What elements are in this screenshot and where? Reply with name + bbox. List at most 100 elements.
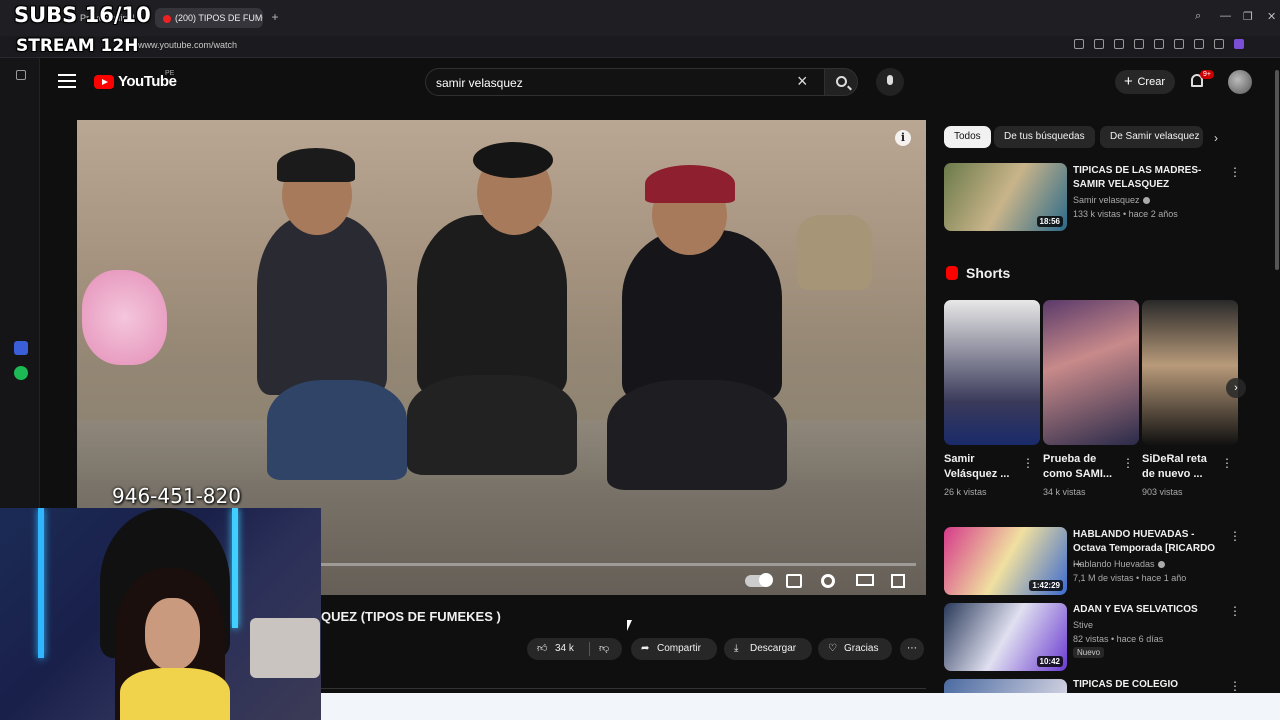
close-window-icon[interactable]: ✕ [1267,10,1276,23]
rec-title[interactable]: ADAN Y EVA SELVATICOS [1073,603,1223,617]
channel-name[interactable]: Hablando Huevadas [1073,559,1155,569]
stream-decoration-border [321,693,1280,720]
webcam-background-box [250,618,320,678]
rec-title[interactable]: TIPICAS DE LAS MADRES- SAMIR VELASQUEZ [1073,164,1223,192]
share-button[interactable]: ➦ Compartir [631,638,717,660]
chevron-right-icon[interactable]: › [1214,131,1218,145]
shield-icon[interactable] [1134,39,1144,49]
browser-search-icon[interactable]: ⌕ [1195,10,1201,23]
like-divider [589,642,590,656]
edit-icon[interactable] [1094,39,1104,49]
short-title[interactable]: Samir Velásquez ... [944,452,1022,482]
star-icon[interactable] [16,70,26,80]
account-avatar[interactable] [1228,70,1252,94]
video-duration: 18:56 [1036,216,1063,227]
rec-thumbnail[interactable]: 1:42:29 [944,527,1067,595]
stream-overlay: STREAM 12H [16,36,139,56]
info-icon[interactable]: i [895,130,911,146]
verified-icon [1157,561,1165,569]
short-title[interactable]: SiDeRal reta de nuevo ... [1142,452,1220,482]
short-more-icon[interactable]: ⋮ [1022,456,1034,470]
restore-icon[interactable]: ❐ [1243,10,1253,23]
rec-title[interactable]: TIPICAS DE COLEGIO [1073,678,1223,692]
webcam-neon-light [232,508,238,628]
thanks-label: Gracias [844,643,879,654]
thanks-button[interactable]: ♡ Gracias [818,638,892,660]
download-icon[interactable] [1194,39,1204,49]
download-arrow-icon: ⤓ [734,643,739,654]
browser-tab-youtube[interactable]: (200) TIPOS DE FUMONES... [155,8,263,28]
more-actions-button[interactable]: ⋯ [900,638,924,660]
rec-more-icon[interactable]: ⋮ [1229,680,1241,692]
tab-label: (200) TIPOS DE FUMONES... [175,13,263,23]
chip-from-samir[interactable]: De Samir velasquez [1100,126,1203,148]
video-scene-jeans [267,380,407,480]
video-scene-backpack [797,215,872,290]
rec-more-icon[interactable]: ⋮ [1229,530,1241,542]
like-count[interactable]: 34 k [555,638,574,660]
rec-channel[interactable]: Stive [1073,619,1093,632]
short-thumbnail[interactable] [1142,300,1238,445]
menu-icon[interactable] [1214,39,1224,49]
app-icon[interactable] [14,341,28,355]
heart-dollar-icon: ♡ [828,643,837,654]
short-thumbnail[interactable] [1043,300,1139,445]
webcam-streamer-jacket [120,668,230,720]
streamer-webcam [0,508,321,720]
page-scrollbar[interactable] [1275,70,1279,270]
play-icon[interactable] [1154,39,1164,49]
subtitles-icon[interactable] [786,574,802,588]
more-dots-icon: ⋯ [907,643,917,654]
short-thumbnail[interactable] [944,300,1040,445]
camera-icon[interactable] [1114,39,1124,49]
fullscreen-icon[interactable] [891,574,905,588]
heart-icon[interactable] [1174,39,1184,49]
rec-channel[interactable]: Hablando Huevadas [1073,558,1165,571]
video-scene-cap [277,148,355,182]
rec-thumbnail[interactable] [944,679,1067,693]
video-scene-person-middle [417,215,567,395]
hamburger-menu-icon[interactable] [58,74,76,88]
url-text[interactable]: www.youtube.com/watch [138,40,237,50]
download-button[interactable]: ⤓ Descargar [724,638,812,660]
search-input[interactable] [436,73,786,93]
spotify-icon[interactable] [14,366,28,380]
search-button[interactable] [824,68,858,96]
short-title[interactable]: Prueba de como SAMI... [1043,452,1121,482]
video-scene-person-right [622,230,782,400]
video-scene-pants [607,380,787,490]
divider [321,688,926,689]
new-tab-plus-icon[interactable]: + [268,10,282,24]
country-code: PE [165,70,175,77]
zoom-icon[interactable] [1074,39,1084,49]
autoplay-toggle[interactable] [745,573,773,587]
short-more-icon[interactable]: ⋮ [1122,456,1134,470]
create-button[interactable]: + Crear [1115,70,1175,94]
voice-search-button[interactable] [876,68,904,96]
search-box[interactable] [425,68,825,96]
thumbs-down-icon[interactable]: 👎︎ [599,644,609,654]
video-title: QUEZ (TIPOS DE FUMEKES ) [321,609,501,624]
short-more-icon[interactable]: ⋮ [1221,456,1233,470]
new-badge: Nuevo [1073,647,1105,658]
chip-all[interactable]: Todos [944,126,991,148]
browser-toolbar-icons [1074,39,1244,49]
chip-from-searches[interactable]: De tus búsquedas [994,126,1095,148]
shorts-next-icon[interactable]: › [1226,378,1246,398]
profile-icon[interactable] [1234,39,1244,49]
subs-overlay: SUBS 16/10 [14,3,151,27]
plus-icon: + [1124,73,1133,90]
rec-thumbnail[interactable]: 18:56 [944,163,1067,231]
channel-name[interactable]: Samir velasquez [1073,195,1140,205]
rec-channel[interactable]: Samir velasquez [1073,194,1150,207]
rec-more-icon[interactable]: ⋮ [1229,166,1241,178]
rec-thumbnail[interactable]: 10:42 [944,603,1067,671]
youtube-play-icon [94,74,114,89]
minimize-icon[interactable]: — [1220,10,1231,22]
mouse-cursor-icon [627,620,632,631]
theater-mode-icon[interactable] [856,574,874,586]
clear-search-icon[interactable]: × [797,72,808,90]
rec-more-icon[interactable]: ⋮ [1229,605,1241,617]
settings-gear-icon[interactable] [821,574,835,588]
thumbs-up-icon[interactable]: 👍︎ [537,644,547,654]
